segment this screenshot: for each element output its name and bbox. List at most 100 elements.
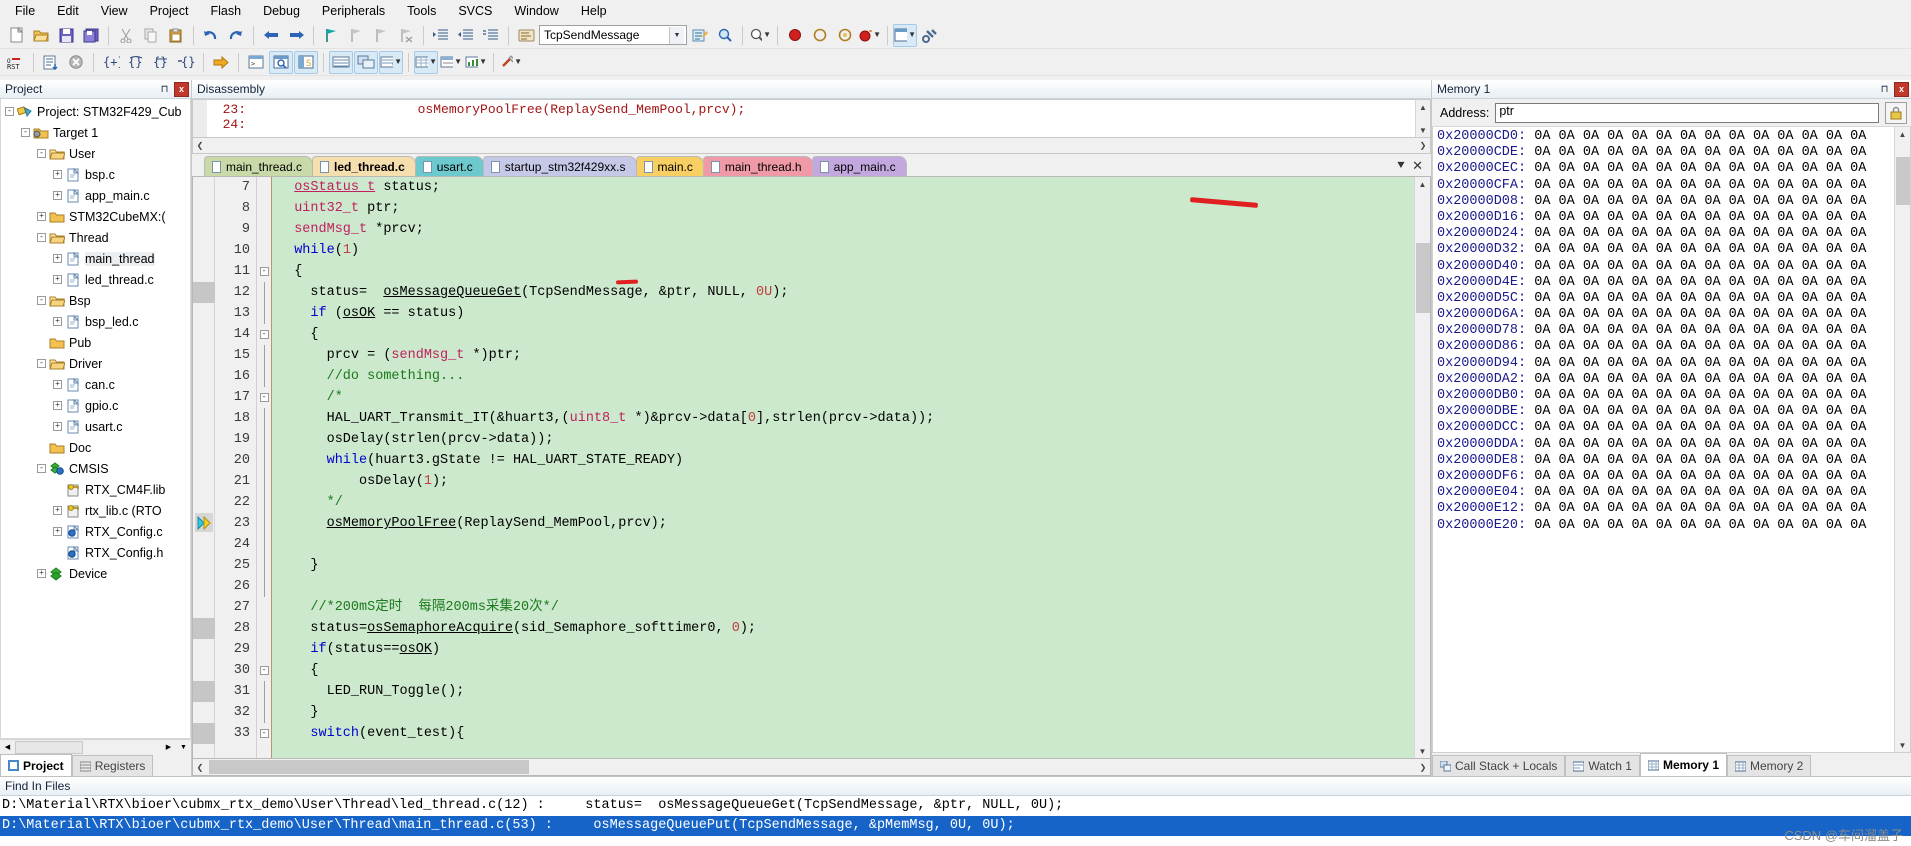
scroll-thumb[interactable] — [1415, 243, 1430, 313]
editor-code[interactable]: osStatus_t status; uint32_t ptr; sendMsg… — [272, 177, 1414, 758]
collapse-icon[interactable]: - — [5, 107, 14, 116]
paste-icon[interactable] — [164, 24, 188, 47]
memory-row[interactable]: 0x20000D40: 0A 0A 0A 0A 0A 0A 0A 0A 0A 0… — [1437, 259, 1894, 275]
scroll-right-icon[interactable]: ❯ — [1416, 760, 1430, 774]
memory-row[interactable]: 0x20000CD0: 0A 0A 0A 0A 0A 0A 0A 0A 0A 0… — [1437, 129, 1894, 145]
toolbox-icon[interactable]: ▼ — [499, 51, 523, 74]
menu-item-flash[interactable]: Flash — [199, 1, 252, 21]
memory-row[interactable]: 0x20000E04: 0A 0A 0A 0A 0A 0A 0A 0A 0A 0… — [1437, 485, 1894, 501]
tab-project[interactable]: Project — [0, 754, 72, 776]
editor-fold-marker[interactable] — [257, 702, 271, 723]
editor-fold-marker[interactable] — [257, 471, 271, 492]
expand-icon[interactable]: + — [53, 527, 62, 536]
memory-row[interactable]: 0x20000D86: 0A 0A 0A 0A 0A 0A 0A 0A 0A 0… — [1437, 339, 1894, 355]
expand-icon[interactable]: + — [53, 317, 62, 326]
tab-list-icon[interactable]: ⯆ — [1396, 158, 1406, 174]
run-to-main-icon[interactable] — [39, 51, 63, 74]
navigate-back-icon[interactable] — [259, 24, 283, 47]
tree-node-gpio-c[interactable]: + gpio.c — [1, 395, 190, 416]
find-result-row[interactable]: D:\Material\RTX\bioer\cubmx_rtx_demo\Use… — [0, 816, 1911, 836]
editor-fold-marker[interactable] — [257, 177, 271, 198]
editor-fold-marker[interactable] — [257, 534, 271, 555]
undo-icon[interactable] — [199, 24, 223, 47]
tree-node-app-main-c[interactable]: + app_main.c — [1, 185, 190, 206]
copy-icon[interactable] — [139, 24, 163, 47]
disable-all-breakpoints-icon[interactable] — [833, 24, 857, 47]
menu-item-debug[interactable]: Debug — [252, 1, 311, 21]
chevron-down-icon[interactable]: ▼ — [908, 31, 916, 39]
memory-row[interactable]: 0x20000CFA: 0A 0A 0A 0A 0A 0A 0A 0A 0A 0… — [1437, 178, 1894, 194]
memory-row[interactable]: 0x20000E20: 0A 0A 0A 0A 0A 0A 0A 0A 0A 0… — [1437, 518, 1894, 534]
editor-fold-marker[interactable] — [257, 429, 271, 450]
scroll-right-icon[interactable]: ▶ — [161, 740, 176, 754]
memory-body[interactable]: 0x20000CD0: 0A 0A 0A 0A 0A 0A 0A 0A 0A 0… — [1432, 127, 1911, 753]
close-icon[interactable]: x — [1894, 81, 1909, 97]
tree-node-target-1[interactable]: - Target 1 — [1, 122, 190, 143]
memory-row[interactable]: 0x20000D78: 0A 0A 0A 0A 0A 0A 0A 0A 0A 0… — [1437, 323, 1894, 339]
editor-fold-marker[interactable] — [257, 303, 271, 324]
find-result-row[interactable]: D:\Material\RTX\bioer\cubmx_rtx_demo\Use… — [0, 796, 1911, 816]
chevron-down-icon[interactable]: ▼ — [454, 58, 462, 66]
memory-window-icon[interactable]: ▼ — [414, 50, 438, 74]
chevron-down-icon[interactable]: ▼ — [669, 26, 684, 44]
search-dropdown-combo[interactable]: ▼ — [748, 24, 772, 47]
expand-icon[interactable]: + — [53, 401, 62, 410]
editor-fold-marker[interactable] — [257, 366, 271, 387]
memory-row[interactable]: 0x20000DE8: 0A 0A 0A 0A 0A 0A 0A 0A 0A 0… — [1437, 453, 1894, 469]
menu-item-help[interactable]: Help — [570, 1, 618, 21]
chevron-down-icon[interactable]: ▼ — [394, 58, 402, 66]
save-all-icon[interactable] — [79, 24, 103, 47]
magnifier-icon[interactable] — [713, 24, 737, 47]
expand-icon[interactable]: + — [53, 275, 62, 284]
editor-fold-marker[interactable] — [257, 555, 271, 576]
editor-fold-marker[interactable] — [257, 597, 271, 618]
chevron-down-icon[interactable]: ▼ — [873, 31, 881, 39]
scroll-thumb[interactable] — [209, 760, 529, 774]
editor-fold-column[interactable]: - - - - - — [257, 177, 272, 758]
editor-body[interactable]: 7 8 9 10 11 12 13 14 15 16 17 18 19 20 21 22 23 24 25 26 27 2… — [192, 176, 1431, 759]
editor-fold-marker[interactable] — [257, 513, 271, 534]
memory-row[interactable]: 0x20000D24: 0A 0A 0A 0A 0A 0A 0A 0A 0A 0… — [1437, 226, 1894, 242]
memory-row[interactable]: 0x20000D08: 0A 0A 0A 0A 0A 0A 0A 0A 0A 0… — [1437, 194, 1894, 210]
lock-icon[interactable] — [1885, 101, 1907, 124]
memory-row[interactable]: 0x20000DF6: 0A 0A 0A 0A 0A 0A 0A 0A 0A 0… — [1437, 469, 1894, 485]
editor-tab-startup-stm32f429xx-s[interactable]: startup_stm32f429xx.s — [482, 156, 637, 176]
scroll-thumb[interactable] — [1895, 157, 1910, 205]
editor-tab-main-thread-c[interactable]: main_thread.c — [204, 156, 314, 176]
bookmark-prev-icon[interactable] — [344, 24, 368, 47]
tree-node-cmsis[interactable]: - CMSIS — [1, 458, 190, 479]
disassembly-vscrollbar[interactable]: ▲ ▼ — [1415, 100, 1430, 137]
current-statement-arrow-icon[interactable] — [195, 513, 213, 532]
project-tree[interactable]: - Project: STM32F429_Cub - Target 1- User + bs… — [0, 99, 191, 739]
memory-tab-memory-2[interactable]: Memory 2 — [1727, 755, 1812, 776]
target-options-icon[interactable] — [514, 24, 538, 47]
editor-fold-marker[interactable]: - — [257, 261, 271, 282]
tree-node-stm32cubemx[interactable]: + STM32CubeMX:( — [1, 206, 190, 227]
expand-icon[interactable]: + — [37, 212, 46, 221]
collapse-icon[interactable]: - — [259, 267, 269, 276]
tree-node-doc[interactable]: Doc — [1, 437, 190, 458]
tree-node-driver[interactable]: - Driver — [1, 353, 190, 374]
scroll-up-icon[interactable]: ▲ — [1415, 177, 1430, 191]
call-stack-icon[interactable] — [354, 50, 378, 74]
editor-tab-app-main-c[interactable]: app_main.c — [811, 156, 907, 176]
collapse-icon[interactable]: - — [259, 393, 269, 402]
memory-row[interactable]: 0x20000DCC: 0A 0A 0A 0A 0A 0A 0A 0A 0A 0… — [1437, 420, 1894, 436]
new-file-icon[interactable] — [4, 24, 28, 47]
scroll-left-icon[interactable]: ◀ — [0, 740, 15, 754]
menu-item-view[interactable]: View — [90, 1, 139, 21]
memory-tab-memory-1[interactable]: Memory 1 — [1639, 753, 1727, 776]
tree-node-thread[interactable]: - Thread — [1, 227, 190, 248]
memory-row[interactable]: 0x20000D6A: 0A 0A 0A 0A 0A 0A 0A 0A 0A 0… — [1437, 307, 1894, 323]
collapse-icon[interactable]: - — [259, 330, 269, 339]
breakpoint-marker[interactable] — [193, 618, 215, 639]
collapse-icon[interactable]: - — [37, 464, 46, 473]
project-tree-hscrollbar[interactable]: ◀ ▶ ▼ — [0, 739, 191, 754]
expand-icon[interactable]: + — [53, 380, 62, 389]
tree-node-project-stm32f429-cub[interactable]: - Project: STM32F429_Cub — [1, 101, 190, 122]
memory-tab-watch-1[interactable]: Watch 1 — [1565, 755, 1640, 776]
collapse-icon[interactable]: - — [21, 128, 30, 137]
editor-fold-marker[interactable] — [257, 282, 271, 303]
kill-all-breakpoints-icon[interactable]: ▼ — [858, 24, 882, 47]
memory-row[interactable]: 0x20000DBE: 0A 0A 0A 0A 0A 0A 0A 0A 0A 0… — [1437, 404, 1894, 420]
